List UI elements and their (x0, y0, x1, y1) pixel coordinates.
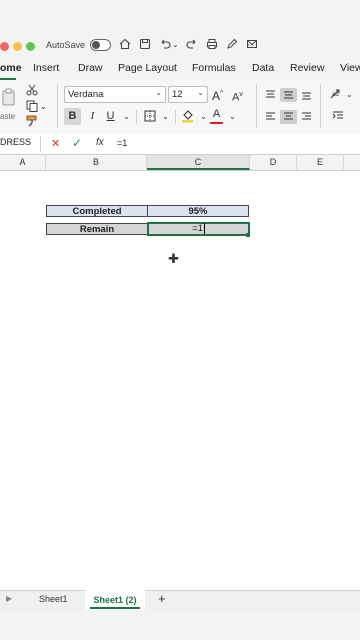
tab-insert[interactable]: Insert (33, 62, 59, 74)
copy-dropdown-chevron-icon[interactable]: ⌄ (40, 100, 47, 113)
cell-edit-text: =1 (192, 223, 203, 234)
maximize-window-button[interactable] (26, 42, 35, 51)
column-header-d[interactable]: D (250, 155, 297, 170)
save-icon[interactable] (139, 38, 151, 53)
tab-view[interactable]: View (340, 62, 360, 74)
ribbon-divider (320, 84, 321, 128)
grow-font-button[interactable]: A^ (212, 87, 223, 103)
undo-icon[interactable] (159, 38, 171, 53)
autosave-toggle-knob (92, 41, 100, 49)
ribbon-divider (57, 84, 58, 128)
align-bottom-icon[interactable] (298, 88, 315, 102)
font-color-dropdown-chevron-icon[interactable]: ⌄ (224, 108, 241, 125)
cut-icon[interactable] (26, 84, 38, 100)
formula-bar-divider (40, 136, 41, 152)
close-window-button[interactable] (0, 42, 9, 51)
cell-select-cursor-icon: ✚ (168, 251, 179, 266)
bold-button[interactable]: B (64, 108, 81, 125)
paste-label: aste (0, 112, 16, 121)
autosave-label: AutoSave (46, 40, 86, 50)
minimize-window-button[interactable] (13, 42, 22, 51)
tab-home[interactable]: ome (0, 62, 22, 74)
scroll-sheets-left-icon[interactable]: ▶ (6, 594, 12, 603)
status-bar (0, 611, 360, 640)
fill-handle[interactable] (246, 233, 250, 237)
indent-icon[interactable] (332, 111, 344, 125)
column-header-e[interactable]: E (297, 155, 344, 170)
text-caret (203, 223, 205, 234)
borders-icon[interactable] (141, 108, 158, 125)
font-color-swatch (210, 122, 223, 124)
tab-data[interactable]: Data (252, 62, 274, 74)
tab-page-layout[interactable]: Page Layout (118, 62, 177, 74)
name-box[interactable]: DRESS (0, 137, 31, 147)
caret-down-icon: v (239, 91, 243, 98)
home-icon[interactable] (119, 38, 131, 53)
underline-button[interactable]: U (102, 108, 119, 125)
tab-review[interactable]: Review (290, 62, 324, 74)
borders-dropdown-chevron-icon[interactable]: ⌄ (157, 108, 174, 125)
cell-remain-label[interactable]: Remain (46, 223, 148, 235)
font-color-button[interactable]: A (208, 108, 225, 125)
underline-dropdown-chevron-icon[interactable]: ⌄ (118, 108, 135, 125)
autosave-toggle[interactable] (90, 39, 111, 51)
italic-button[interactable]: I (84, 108, 101, 125)
column-header-c[interactable]: C (147, 155, 250, 170)
cell-completed-label[interactable]: Completed (46, 205, 148, 217)
chevron-down-icon: ⌄ (197, 88, 204, 97)
chevron-down-icon: ⌄ (155, 88, 162, 97)
sheet-tab-sheet1[interactable]: Sheet1 (39, 594, 68, 604)
redo-icon[interactable] (186, 38, 198, 53)
font-size-select[interactable]: 12 ⌄ (168, 86, 208, 103)
ribbon-divider (175, 110, 176, 124)
ribbon-divider (136, 110, 137, 124)
font-name-value: Verdana (68, 89, 104, 100)
cell-completed-value[interactable]: 95% (147, 205, 249, 217)
cell-remain-value-editing[interactable]: =1 (147, 222, 250, 236)
ribbon-divider (256, 84, 257, 128)
format-painter-icon[interactable] (26, 115, 38, 131)
tab-formulas[interactable]: Formulas (192, 62, 236, 74)
font-size-value: 12 (172, 89, 183, 100)
svg-text:ab: ab (332, 92, 339, 98)
insert-function-button[interactable]: fx (96, 137, 104, 148)
add-sheet-button[interactable]: + (158, 591, 166, 606)
enter-check-icon[interactable]: ✓ (72, 136, 82, 150)
column-header-a[interactable]: A (0, 155, 46, 170)
font-name-select[interactable]: Verdana ⌄ (64, 86, 166, 103)
more-icon[interactable]: ··· (247, 38, 258, 52)
orientation-icon[interactable]: ab (330, 88, 344, 104)
align-middle-icon[interactable] (280, 88, 297, 102)
pen-icon[interactable] (226, 38, 238, 53)
paste-icon[interactable] (2, 88, 16, 110)
copy-icon[interactable] (26, 100, 38, 116)
grow-font-glyph: A (212, 89, 221, 103)
active-sheet-indicator (90, 607, 140, 609)
align-right-icon[interactable] (298, 110, 315, 124)
shrink-font-button[interactable]: Av (232, 88, 243, 105)
tab-draw[interactable]: Draw (78, 62, 103, 74)
fill-color-icon[interactable] (179, 108, 196, 125)
align-left-icon[interactable] (262, 110, 279, 124)
undo-dropdown-chevron-icon[interactable]: ⌄ (172, 38, 179, 52)
align-center-icon[interactable] (280, 110, 297, 124)
column-header-b[interactable]: B (46, 155, 147, 170)
formula-input[interactable]: =1 (117, 138, 127, 148)
print-icon[interactable] (206, 38, 218, 53)
orientation-dropdown-chevron-icon[interactable]: ⌄ (346, 88, 353, 101)
caret-up-icon: ^ (220, 90, 224, 97)
font-color-glyph: A (212, 108, 221, 120)
align-top-icon[interactable] (262, 88, 279, 102)
cancel-icon[interactable]: ✕ (51, 137, 60, 150)
